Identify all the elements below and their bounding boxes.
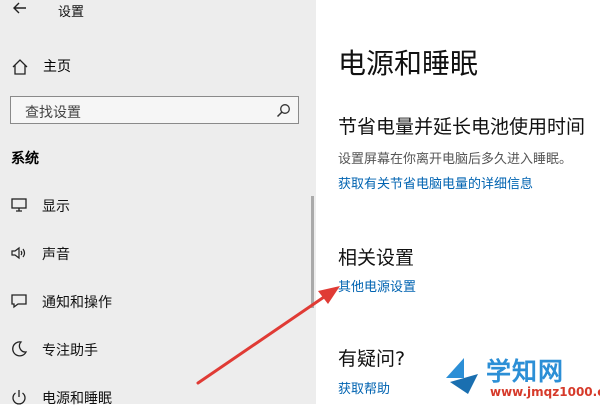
sidebar-item-label: 显示 [42, 199, 70, 215]
moon-icon [12, 341, 28, 357]
speaker-icon [11, 246, 26, 260]
get-help-link[interactable]: 获取帮助 [338, 378, 390, 397]
search-input[interactable]: 查找设置 [10, 96, 299, 124]
battery-info-link[interactable]: 获取有关节省电脑电量的详细信息 [338, 173, 533, 192]
watermark: 学知网 www.jmqz1000.com [440, 352, 600, 404]
sidebar-scrollbar[interactable] [311, 196, 314, 308]
watermark-logo-icon [446, 358, 478, 394]
sidebar-item-label: 专注助手 [42, 343, 98, 359]
sidebar-item-label: 通知和操作 [42, 295, 112, 311]
help-heading: 有疑问? [338, 348, 406, 370]
sidebar-item-sound[interactable]: 声音 [0, 236, 300, 270]
sidebar-item-focus-assist[interactable]: 专注助手 [0, 332, 300, 366]
power-icon [12, 390, 26, 405]
sidebar-item-display[interactable]: 显示 [0, 188, 300, 222]
sidebar: 设置 主页 查找设置 系统 显示 声音 通知和操作 专注助手 电源和睡眠 [0, 0, 316, 407]
battery-heading: 节省电量并延长电池使用时间 [338, 116, 586, 138]
watermark-url: www.jmqz1000.com [490, 385, 600, 399]
search-icon[interactable] [276, 103, 291, 118]
section-title: 系统 [11, 151, 39, 167]
watermark-text: 学知网 [486, 357, 565, 386]
sidebar-item-notifications[interactable]: 通知和操作 [0, 284, 300, 318]
notification-icon [11, 294, 27, 309]
page-title: 电源和睡眠 [338, 47, 479, 80]
sidebar-item-label: 声音 [42, 247, 70, 263]
home-icon [12, 59, 28, 75]
search-placeholder: 查找设置 [25, 105, 81, 121]
back-arrow-icon[interactable] [10, 0, 30, 18]
home-label: 主页 [43, 59, 71, 75]
monitor-icon [11, 198, 27, 212]
other-power-settings-link[interactable]: 其他电源设置 [338, 276, 416, 295]
related-settings-heading: 相关设置 [338, 247, 415, 269]
sidebar-item-power-sleep[interactable]: 电源和睡眠 [0, 380, 300, 414]
sidebar-item-label: 电源和睡眠 [42, 391, 112, 407]
battery-description: 设置屏幕在你离开电脑后多久进入睡眠。 [338, 152, 573, 167]
main-content: 电源和睡眠 节省电量并延长电池使用时间 设置屏幕在你离开电脑后多久进入睡眠。 获… [316, 0, 600, 404]
app-title: 设置 [58, 5, 85, 20]
sidebar-item-home[interactable]: 主页 [11, 55, 291, 77]
